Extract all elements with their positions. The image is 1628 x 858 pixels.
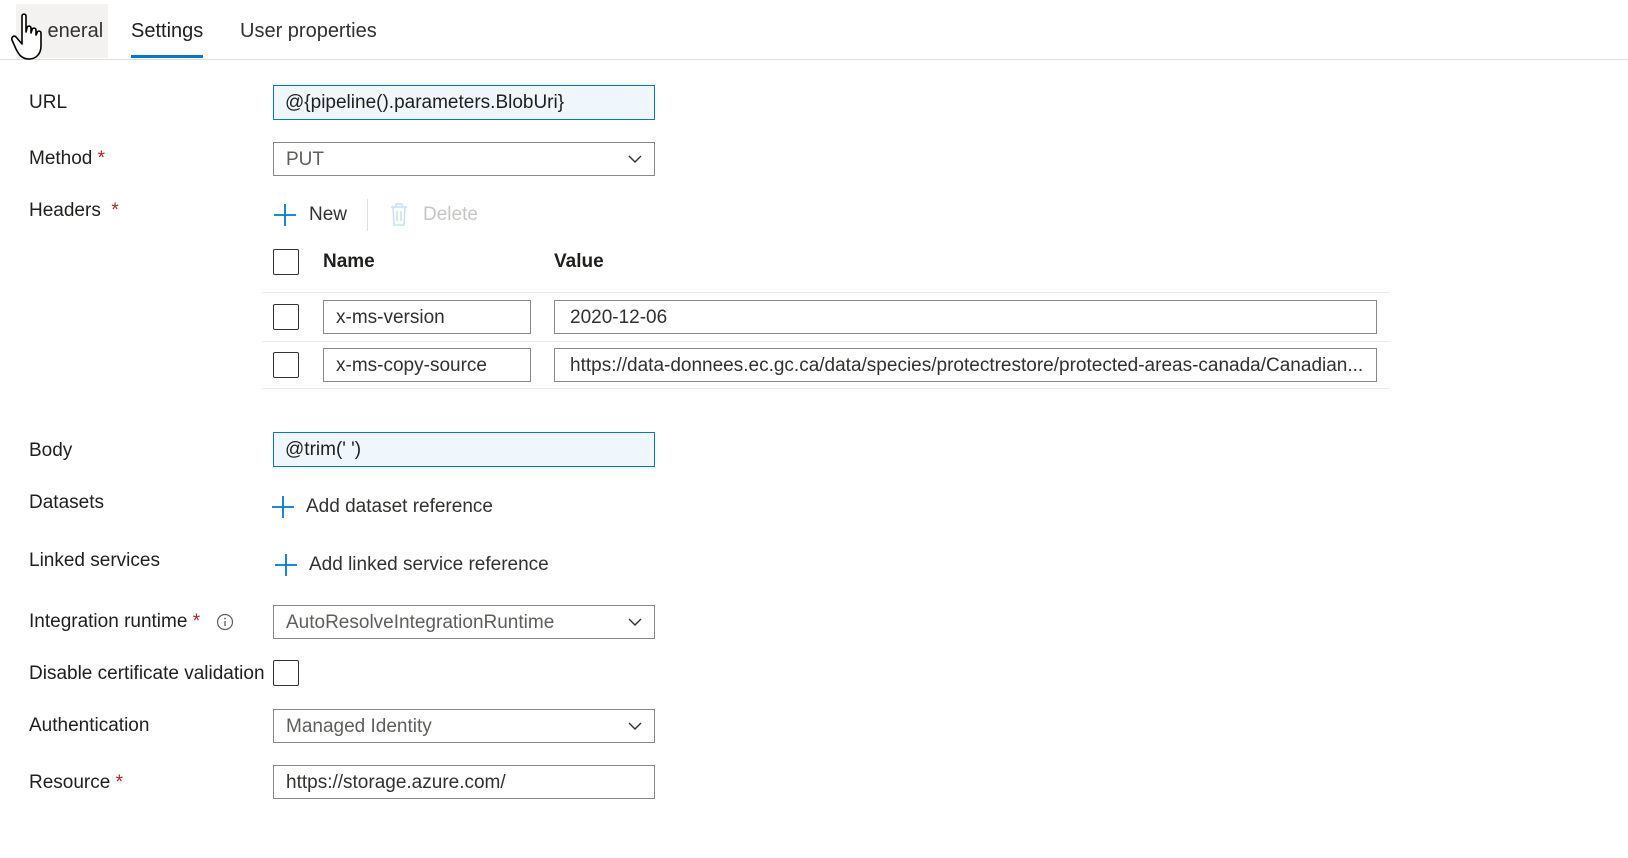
required-asterisk: * xyxy=(97,148,106,169)
table-divider xyxy=(262,292,1389,293)
method-label: Method * xyxy=(29,148,106,169)
body-label: Body xyxy=(29,440,73,461)
add-dataset-reference-button[interactable]: Add dataset reference xyxy=(271,494,501,520)
tab-settings-label: Settings xyxy=(131,20,204,42)
required-asterisk: * xyxy=(111,200,119,221)
hand-cursor-icon xyxy=(11,13,42,60)
table-divider xyxy=(262,341,1389,342)
headers-label: Headers * xyxy=(29,200,119,221)
header-value-input[interactable]: 2020-12-06 xyxy=(554,300,1377,334)
url-input[interactable]: @{pipeline().parameters.BlobUri} xyxy=(273,85,655,120)
disable-cert-validation-label: Disable certificate validation xyxy=(29,663,265,684)
datasets-label: Datasets xyxy=(29,492,104,513)
authentication-label: Authentication xyxy=(29,715,150,736)
header-value-input[interactable]: https://data-donnees.ec.gc.ca/data/speci… xyxy=(554,348,1377,382)
chevron-down-icon xyxy=(628,722,642,730)
authentication-dropdown[interactable]: Managed Identity xyxy=(273,709,655,743)
chevron-down-icon xyxy=(628,155,642,163)
new-header-label: New xyxy=(309,204,348,225)
tab-settings[interactable]: Settings xyxy=(131,4,204,58)
integration-runtime-dropdown[interactable]: AutoResolveIntegrationRuntime xyxy=(273,605,655,639)
info-icon[interactable] xyxy=(216,613,234,631)
column-header-name: Name xyxy=(323,251,375,272)
add-linked-service-reference-label: Add linked service reference xyxy=(309,554,549,575)
table-divider xyxy=(262,388,1389,389)
tab-user-properties[interactable]: User properties xyxy=(240,4,377,58)
new-header-button[interactable]: New xyxy=(273,202,353,228)
authentication-value: Managed Identity xyxy=(286,716,432,737)
resource-input[interactable]: https://storage.azure.com/ xyxy=(273,765,655,799)
row-checkbox[interactable] xyxy=(273,352,299,378)
url-label: URL xyxy=(29,92,68,113)
plus-icon xyxy=(275,554,297,576)
method-dropdown[interactable]: PUT xyxy=(273,142,655,176)
integration-runtime-value: AutoResolveIntegrationRuntime xyxy=(286,612,555,633)
trash-icon xyxy=(391,203,407,226)
body-input[interactable]: @trim(' ') xyxy=(273,432,655,467)
resource-label: Resource * xyxy=(29,772,124,793)
toolbar-divider xyxy=(367,199,368,231)
active-tab-indicator xyxy=(131,55,204,58)
required-asterisk: * xyxy=(115,772,124,793)
add-dataset-reference-label: Add dataset reference xyxy=(306,496,493,517)
delete-header-label: Delete xyxy=(423,204,478,225)
required-asterisk: * xyxy=(192,611,201,632)
row-checkbox[interactable] xyxy=(273,304,299,330)
linked-services-label: Linked services xyxy=(29,550,160,571)
chevron-down-icon xyxy=(628,618,642,626)
plus-icon xyxy=(274,204,296,226)
integration-runtime-label: Integration runtime * xyxy=(29,611,201,632)
delete-header-button[interactable]: Delete xyxy=(389,202,489,228)
header-name-input[interactable]: x-ms-copy-source xyxy=(323,348,531,382)
add-linked-service-reference-button[interactable]: Add linked service reference xyxy=(274,552,554,578)
tab-bar: General Settings User properties xyxy=(0,0,1628,60)
tab-user-properties-label: User properties xyxy=(240,20,377,42)
plus-icon xyxy=(272,496,294,518)
header-name-input[interactable]: x-ms-version xyxy=(323,300,531,334)
column-header-value: Value xyxy=(554,251,604,272)
select-all-headers-checkbox[interactable] xyxy=(273,249,299,275)
method-value: PUT xyxy=(286,149,324,170)
disable-cert-validation-checkbox[interactable] xyxy=(273,660,299,686)
